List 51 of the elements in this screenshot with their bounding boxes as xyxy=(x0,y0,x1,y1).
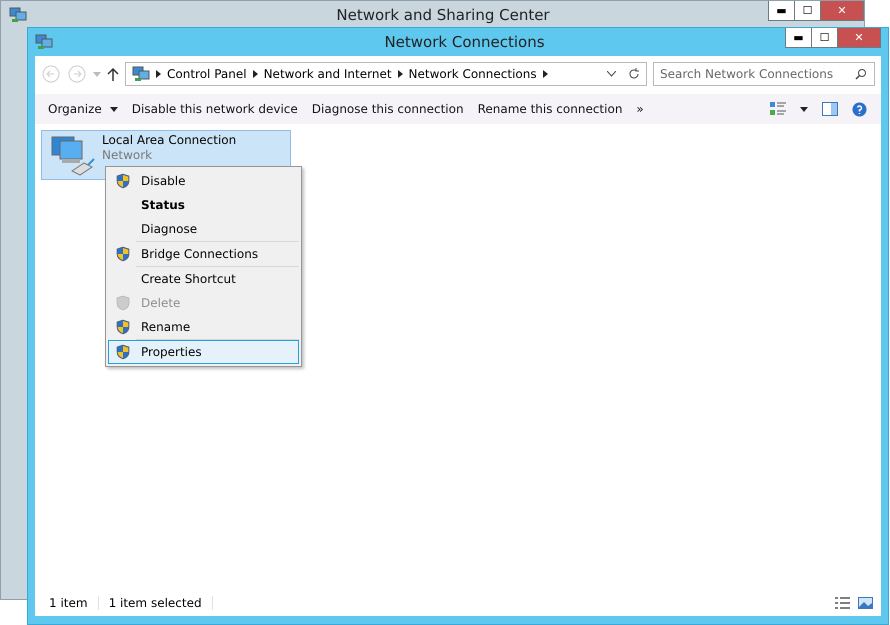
breadcrumb-item[interactable]: Network Connections xyxy=(408,67,537,81)
caret-icon xyxy=(110,106,118,112)
more-button[interactable]: » xyxy=(629,96,651,122)
shield-icon xyxy=(116,246,130,262)
shield-icon xyxy=(116,344,130,360)
connection-name: Local Area Connection xyxy=(102,133,236,148)
menu-item[interactable]: Bridge Connections xyxy=(108,242,299,266)
network-icon xyxy=(9,7,27,23)
preview-pane-icon[interactable] xyxy=(822,102,838,116)
chevron-right-icon xyxy=(252,70,258,78)
close-button[interactable]: ✕ xyxy=(837,28,881,48)
command-button[interactable]: Rename this connection xyxy=(470,96,630,122)
search-icon xyxy=(855,68,867,80)
command-button[interactable]: Diagnose this connection xyxy=(304,96,471,122)
command-button[interactable]: Organize xyxy=(41,96,125,122)
selection-count: 1 item selected xyxy=(98,596,213,610)
minimize-button[interactable]: ▬ xyxy=(785,28,812,48)
chevron-down-icon[interactable] xyxy=(607,71,616,77)
item-count: 1 item xyxy=(43,596,99,610)
menu-item[interactable]: Diagnose xyxy=(108,217,299,241)
window-title: Network and Sharing Center xyxy=(335,6,551,24)
menu-item[interactable]: Properties xyxy=(108,340,299,364)
caret-icon xyxy=(800,106,808,112)
refresh-icon[interactable] xyxy=(628,68,640,80)
shield-icon xyxy=(116,173,130,189)
chevron-right-icon xyxy=(156,70,161,78)
network-icon xyxy=(35,34,53,50)
chevron-right-icon xyxy=(542,70,548,78)
maximize-button[interactable]: ☐ xyxy=(794,1,821,21)
shield-icon xyxy=(116,319,130,335)
view-icon[interactable] xyxy=(770,102,786,116)
large-icons-view-icon[interactable] xyxy=(858,597,873,609)
command-button[interactable]: Disable this network device xyxy=(124,96,305,122)
network-icon xyxy=(132,66,150,82)
minimize-button[interactable]: ▬ xyxy=(768,1,795,21)
search-field[interactable]: Search Network Connections xyxy=(653,62,875,86)
chevron-right-icon xyxy=(398,70,403,78)
up-arrow-icon[interactable] xyxy=(107,67,119,81)
shield-icon xyxy=(116,295,130,311)
menu-item[interactable]: Status xyxy=(108,193,299,217)
close-button[interactable]: ✕ xyxy=(820,1,864,21)
help-icon[interactable] xyxy=(852,102,867,116)
window-title: Network Connections xyxy=(383,33,546,51)
maximize-button[interactable]: ☐ xyxy=(811,28,838,48)
breadcrumb-item[interactable]: Control Panel xyxy=(167,67,247,81)
breadcrumb-item[interactable]: Network and Internet xyxy=(264,67,392,81)
menu-item[interactable]: Create Shortcut xyxy=(108,267,299,291)
connection-status: Network xyxy=(102,148,154,163)
address-bar[interactable]: Control Panel Network and Internet Network Connections xyxy=(125,62,647,86)
details-view-icon[interactable] xyxy=(835,597,850,609)
menu-item[interactable]: Rename xyxy=(108,315,299,339)
